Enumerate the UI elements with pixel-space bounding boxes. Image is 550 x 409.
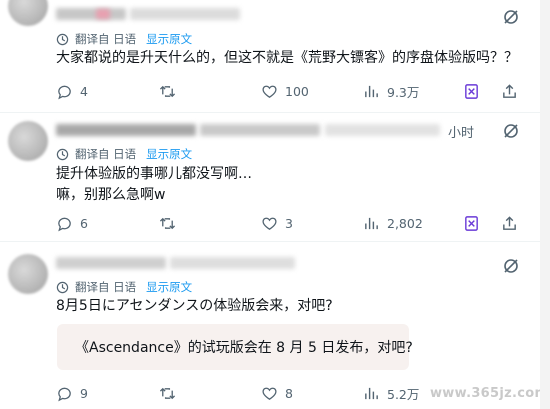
avatar[interactable] <box>8 254 48 294</box>
post-text-line: 8月5日にアセンダンスの体验版会来，对吧? <box>56 298 333 314</box>
translate-row: 翻译自 日语 显示原文 <box>56 146 192 162</box>
reply-count: 9 <box>80 385 88 401</box>
reply-icon <box>58 85 71 99</box>
views-bar-icon <box>365 85 378 97</box>
translation-quote-box: 《Ascendance》的试玩版会在 8 月 5 日发布，对吧? <box>57 324 413 370</box>
like-count: 3 <box>285 215 293 231</box>
repost-button[interactable] <box>159 81 183 101</box>
reply-button[interactable]: 6 <box>56 213 88 233</box>
views-count: 9.3万 <box>387 84 420 100</box>
watermark: www.365jz.com <box>430 386 549 401</box>
repost-icon <box>159 85 176 97</box>
grok-button[interactable] <box>463 213 487 233</box>
post-time[interactable]: 小时 <box>448 122 474 141</box>
heart-icon <box>262 85 277 98</box>
post-text-line: 提升体验版的事哪儿都没写啊… <box>56 166 252 182</box>
views-button[interactable]: 2,802 <box>363 213 423 233</box>
blurred-handle <box>200 124 320 136</box>
views-bar-icon <box>365 387 378 399</box>
views-button[interactable]: 5.2万 <box>363 383 419 403</box>
views-button[interactable]: 9.3万 <box>363 81 419 101</box>
like-count: 8 <box>285 385 293 401</box>
translate-row: 翻译自 日语 显示原文 <box>56 279 192 295</box>
blurred-username <box>56 257 166 269</box>
repost-button[interactable] <box>159 213 183 233</box>
translate-label: 翻译自 日语 <box>75 280 137 294</box>
grok-icon <box>465 83 478 99</box>
reply-button[interactable]: 9 <box>56 383 88 403</box>
reply-icon <box>58 387 71 401</box>
show-original-link[interactable]: 显示原文 <box>146 279 192 295</box>
like-button[interactable]: 8 <box>261 383 293 403</box>
views-bar-icon <box>365 217 378 229</box>
share-icon <box>503 215 516 230</box>
translate-icon <box>56 148 69 160</box>
grok-slash-icon[interactable] <box>502 8 520 26</box>
translate-icon <box>56 281 69 293</box>
like-button[interactable]: 3 <box>261 213 293 233</box>
like-button[interactable]: 100 <box>261 81 309 101</box>
translate-label: 翻译自 日语 <box>75 147 137 161</box>
avatar[interactable] <box>8 121 48 161</box>
repost-icon <box>159 217 176 229</box>
repost-icon <box>159 387 176 399</box>
share-button[interactable] <box>501 213 525 233</box>
avatar[interactable] <box>8 0 48 26</box>
views-count: 5.2万 <box>387 386 420 402</box>
share-icon <box>503 83 516 98</box>
grok-button[interactable] <box>463 81 487 101</box>
post-text-line: 嘛，别那么急啊w <box>56 187 166 203</box>
blurred-username <box>56 124 196 136</box>
reply-icon <box>58 217 71 231</box>
blurred-username <box>56 8 126 20</box>
translate-icon <box>56 33 69 45</box>
scrollbar[interactable] <box>540 0 550 409</box>
reply-count: 4 <box>80 83 88 99</box>
translate-label: 翻译自 日语 <box>75 32 137 46</box>
like-count: 100 <box>285 83 309 99</box>
grok-icon <box>465 215 478 231</box>
share-button[interactable] <box>501 81 525 101</box>
repost-button[interactable] <box>159 383 183 403</box>
blurred-accent <box>96 9 110 19</box>
show-original-link[interactable]: 显示原文 <box>146 31 192 47</box>
blurred-handle <box>130 8 240 20</box>
action-bar: 4 100 9.3万 <box>56 81 536 101</box>
heart-icon <box>262 387 277 400</box>
reply-button[interactable]: 4 <box>56 81 88 101</box>
quote-text: 《Ascendance》的试玩版会在 8 月 5 日发布，对吧? <box>75 340 413 356</box>
post-text-line: 大家都说的是升天什么的，但这不就是《荒野大镖客》的序盘体验版吗？？ <box>56 50 518 66</box>
show-original-link[interactable]: 显示原文 <box>146 146 192 162</box>
blurred-handle <box>170 257 295 269</box>
heart-icon <box>262 217 277 230</box>
reply-count: 6 <box>80 215 88 231</box>
grok-slash-icon[interactable] <box>502 122 520 140</box>
translate-row: 翻译自 日语 显示原文 <box>56 31 192 47</box>
action-bar: 6 3 2,802 <box>56 213 536 233</box>
grok-slash-icon[interactable] <box>502 257 520 275</box>
views-count: 2,802 <box>387 215 423 231</box>
blurred-date <box>325 124 440 136</box>
